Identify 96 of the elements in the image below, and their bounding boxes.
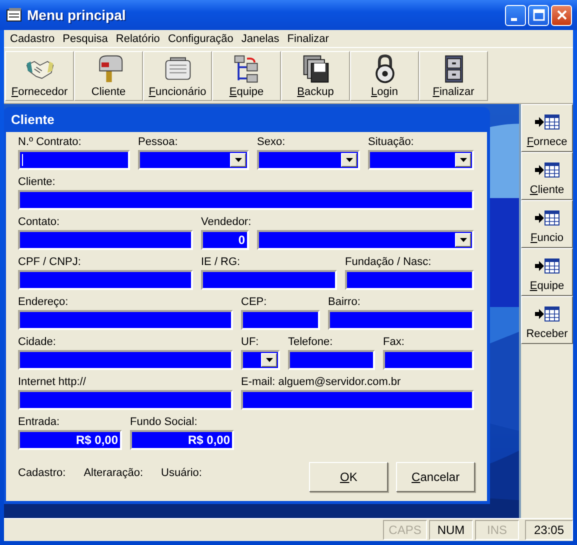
- field-label: Entrada:: [18, 416, 61, 430]
- dropdown-button[interactable]: [230, 153, 246, 167]
- dropdown-button[interactable]: [455, 233, 471, 247]
- input-field[interactable]: [383, 350, 474, 370]
- input-field[interactable]: [241, 310, 320, 330]
- caret-icon: [346, 158, 352, 162]
- menu-item[interactable]: Janelas: [237, 32, 284, 44]
- field-label: CEP:: [241, 296, 268, 310]
- field-label: Fundo Social:: [130, 416, 198, 430]
- toolbar-button[interactable]: Backup: [281, 51, 350, 101]
- minimize-button[interactable]: [505, 4, 526, 26]
- toolbar-button[interactable]: Funcionário: [143, 51, 212, 101]
- status-indicator: INS: [475, 520, 519, 540]
- dropdown-field[interactable]: [368, 150, 474, 170]
- field-label: CPF / CNPJ:: [18, 256, 82, 270]
- input-field[interactable]: [18, 310, 233, 330]
- toolbar-button[interactable]: Equipe: [212, 51, 281, 101]
- arrow-table-icon: [534, 258, 560, 274]
- close-button[interactable]: [551, 4, 572, 26]
- input-field[interactable]: [328, 310, 474, 330]
- field-label: Endereço:: [18, 296, 70, 310]
- field-label: Telefone:: [288, 336, 334, 350]
- menu-item[interactable]: Configuração: [164, 32, 238, 44]
- caret-icon: [266, 358, 272, 362]
- field-label: Bairro:: [328, 296, 362, 310]
- dropdown-button[interactable]: [341, 153, 357, 167]
- maximize-icon: [532, 9, 544, 21]
- dialog-button[interactable]: OK: [309, 462, 388, 492]
- side-button[interactable]: Equipe: [521, 248, 573, 296]
- dropdown-field[interactable]: [138, 150, 249, 170]
- caret-icon: [460, 238, 466, 242]
- input-field[interactable]: [18, 230, 193, 250]
- dropdown-field[interactable]: [241, 350, 280, 370]
- input-field[interactable]: [241, 390, 474, 410]
- status-indicator: NUM: [429, 520, 473, 540]
- dropdown-button[interactable]: [455, 153, 471, 167]
- maximize-button[interactable]: [528, 4, 549, 26]
- dialog-title: Cliente: [11, 112, 54, 127]
- side-button[interactable]: Cliente: [521, 152, 573, 200]
- toolbar-button[interactable]: Fornecedor: [5, 51, 74, 101]
- field-label: Cidade:: [18, 336, 57, 350]
- info-label: Usuário:: [161, 467, 202, 479]
- window-title: Menu principal: [27, 7, 127, 23]
- field-label: N.º Contrato:: [18, 136, 82, 150]
- menu-item[interactable]: Relatório: [112, 32, 164, 44]
- side-button[interactable]: Funcio: [521, 200, 573, 248]
- app-icon: [6, 7, 22, 23]
- status-indicator: CAPS: [383, 520, 427, 540]
- input-field[interactable]: [18, 270, 193, 290]
- side-button[interactable]: Receber: [521, 296, 573, 344]
- field-label: Situação:: [368, 136, 415, 150]
- dropdown-field[interactable]: [257, 150, 360, 170]
- input-field[interactable]: R$ 0,00: [18, 430, 122, 450]
- caret-icon: [234, 158, 242, 162]
- input-field[interactable]: [18, 150, 130, 170]
- toolbar-button[interactable]: Login: [350, 51, 419, 101]
- menu-item[interactable]: Cadastro: [6, 32, 59, 44]
- minimize-icon: [510, 18, 516, 20]
- dropdown-button[interactable]: [261, 353, 277, 367]
- side-button[interactable]: Fornece: [521, 104, 573, 152]
- close-icon: [556, 9, 568, 21]
- field-label: Fundação / Nasc:: [345, 256, 432, 270]
- input-field[interactable]: [18, 350, 233, 370]
- field-label: Contato:: [18, 216, 61, 230]
- field-label: Vendedor:: [201, 216, 249, 230]
- input-field[interactable]: 0: [201, 230, 249, 250]
- field-label: UF:: [241, 336, 260, 350]
- input-field[interactable]: [201, 270, 337, 290]
- field-label: IE / RG:: [201, 256, 242, 270]
- menu-item[interactable]: Pesquisa: [58, 32, 112, 44]
- clock: 23:05: [525, 520, 573, 540]
- field-label: Pessoa:: [138, 136, 179, 150]
- info-label: Alteraração:: [84, 467, 144, 479]
- toolbar-button[interactable]: Cliente: [74, 51, 143, 101]
- input-field[interactable]: R$ 0,00: [130, 430, 234, 450]
- field-label: Fax:: [383, 336, 406, 350]
- info-label: Cadastro:: [18, 467, 66, 479]
- toolbar-button[interactable]: Finalizar: [419, 51, 488, 101]
- input-field[interactable]: [18, 390, 233, 410]
- field-label: Sexo:: [257, 136, 286, 150]
- dropdown-field[interactable]: [257, 230, 474, 250]
- arrow-table-icon: [534, 210, 560, 226]
- floppy-disks-icon: [300, 54, 330, 84]
- arrow-table-icon: [534, 306, 560, 322]
- arrow-table-icon: [534, 114, 560, 130]
- text-cursor: [22, 154, 23, 166]
- field-label: Internet http://: [18, 376, 87, 390]
- field-label: E-mail: alguem@servidor.com.br: [241, 376, 402, 390]
- field-label: Cliente:: [18, 176, 56, 190]
- input-field[interactable]: [18, 190, 474, 210]
- menu-item[interactable]: Finalizar: [283, 32, 333, 44]
- arrow-table-icon: [534, 162, 560, 178]
- input-field[interactable]: [345, 270, 474, 290]
- input-field[interactable]: [288, 350, 375, 370]
- dialog-button[interactable]: Cancelar: [396, 462, 476, 492]
- caret-icon: [460, 158, 466, 162]
